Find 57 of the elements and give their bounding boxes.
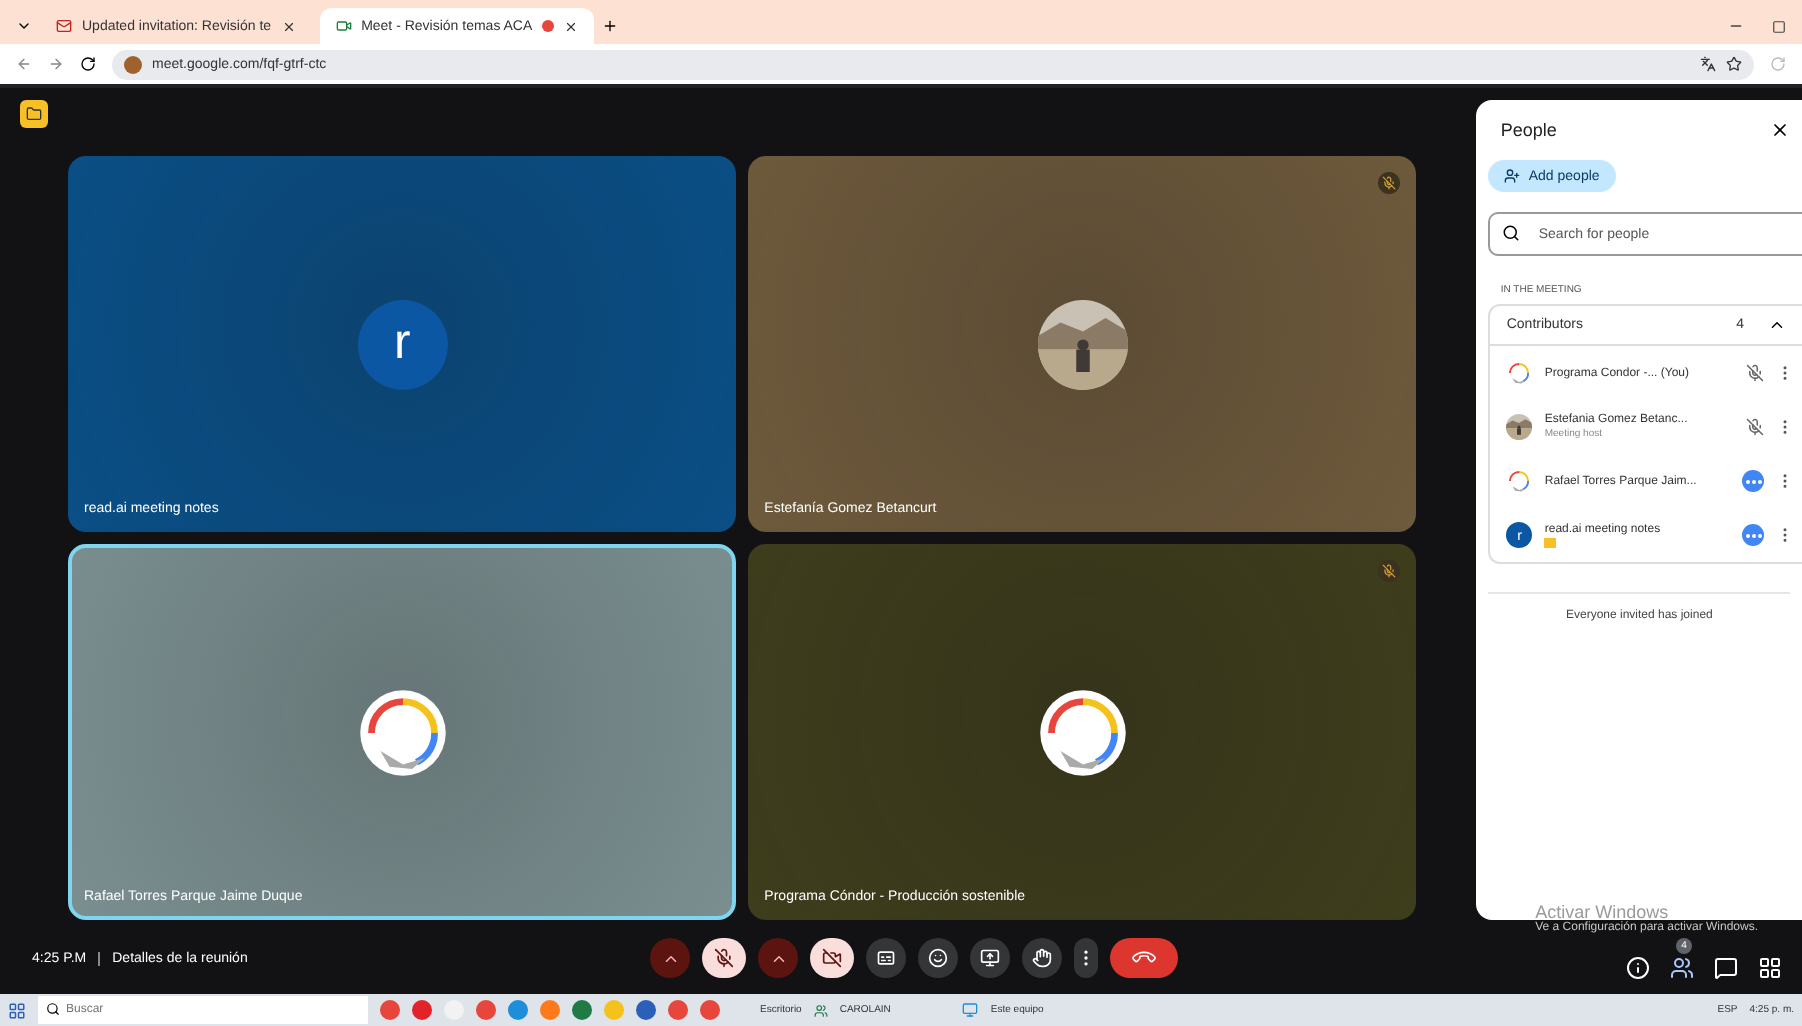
close-icon[interactable] bbox=[564, 19, 579, 33]
mail-icon bbox=[56, 18, 72, 34]
tab-list-icon[interactable] bbox=[16, 18, 32, 34]
more-button[interactable] bbox=[1074, 938, 1098, 978]
ring-logo-icon bbox=[357, 687, 448, 777]
loading-icon bbox=[1770, 56, 1786, 72]
collapse-icon bbox=[1768, 316, 1786, 334]
translate-icon[interactable] bbox=[1700, 56, 1716, 72]
hand-icon bbox=[1032, 948, 1052, 968]
forward-icon[interactable] bbox=[48, 56, 64, 72]
close-icon[interactable] bbox=[281, 19, 296, 33]
camera-off-icon bbox=[822, 948, 842, 968]
app-icon[interactable] bbox=[636, 1000, 656, 1020]
raise-hand-button[interactable] bbox=[1022, 938, 1062, 978]
microphone-off-icon bbox=[714, 948, 734, 968]
app-icon[interactable] bbox=[668, 1000, 688, 1020]
chat-button[interactable] bbox=[1714, 955, 1738, 979]
reload-icon[interactable] bbox=[80, 56, 96, 72]
camera-button[interactable] bbox=[810, 938, 854, 978]
restore-icon[interactable] bbox=[1772, 19, 1786, 33]
search-icon bbox=[1502, 224, 1521, 242]
info-button[interactable] bbox=[1626, 955, 1650, 979]
chat-icon bbox=[1714, 955, 1738, 979]
video-icon bbox=[335, 18, 352, 34]
ring-logo-icon bbox=[1037, 687, 1128, 777]
close-icon[interactable] bbox=[1770, 120, 1790, 140]
new-tab-icon[interactable] bbox=[602, 18, 619, 34]
app-icon[interactable] bbox=[700, 1000, 720, 1020]
captions-icon bbox=[876, 948, 896, 968]
app-icon[interactable] bbox=[380, 1000, 400, 1020]
avatar: r bbox=[357, 299, 448, 389]
app-icon[interactable] bbox=[508, 1000, 528, 1020]
grid-icon bbox=[1758, 955, 1782, 979]
end-call-button[interactable] bbox=[1110, 938, 1178, 978]
back-icon[interactable] bbox=[16, 56, 32, 72]
computer-icon bbox=[962, 1002, 979, 1018]
bookmark-icon[interactable] bbox=[1726, 56, 1742, 72]
info-icon bbox=[1626, 955, 1650, 979]
activities-button[interactable] bbox=[1758, 955, 1782, 979]
emoji-button[interactable] bbox=[918, 938, 958, 978]
start-icon[interactable] bbox=[8, 1001, 26, 1019]
app-icon[interactable] bbox=[412, 1000, 432, 1020]
people-icon bbox=[1670, 955, 1694, 979]
microphone-button[interactable] bbox=[702, 938, 746, 978]
activation-title: Activar Windows bbox=[1535, 902, 1669, 922]
search-icon bbox=[46, 1002, 60, 1016]
captions-button[interactable] bbox=[866, 938, 906, 978]
ring-logo-icon bbox=[1506, 360, 1533, 386]
ring-logo-icon bbox=[1506, 468, 1533, 494]
app-icon[interactable] bbox=[572, 1000, 592, 1020]
add-person-icon bbox=[1504, 168, 1521, 184]
smiley-icon bbox=[928, 948, 948, 968]
site-icon bbox=[124, 55, 142, 73]
present-button[interactable] bbox=[970, 938, 1010, 978]
screen-share-icon bbox=[980, 948, 1000, 968]
app-icon[interactable] bbox=[476, 1000, 496, 1020]
panel-title: People bbox=[1500, 120, 1557, 140]
